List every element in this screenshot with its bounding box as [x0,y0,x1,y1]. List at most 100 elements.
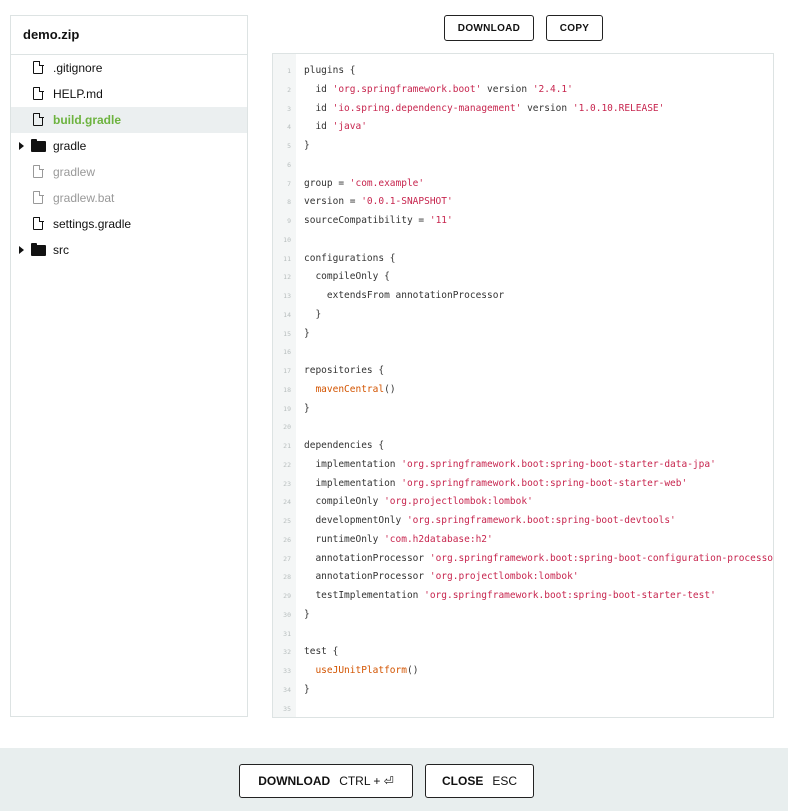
line-content: configurations { [304,250,396,269]
file-item-gradlew[interactable]: gradlew [11,159,247,185]
line-number: 23 [283,479,291,488]
line-content: developmentOnly 'org.springframework.boo… [304,512,675,531]
code-line: 35 [273,700,773,718]
line-number: 2 [287,85,291,94]
line-number: 28 [283,573,291,582]
tree-item-label: HELP.md [53,87,103,101]
tree-item-label: settings.gradle [53,217,132,231]
line-number: 18 [283,385,291,394]
line-number: 3 [287,104,291,113]
line-content: dependencies { [304,437,384,456]
copy-button[interactable]: COPY [546,15,603,41]
code-line: 6 [273,156,773,175]
code-token: group = [304,177,350,189]
code-line: 2 id 'org.springframework.boot' version … [273,81,773,100]
folder-icon [31,139,46,152]
string-token: 'org.projectlombok:lombok' [384,496,533,508]
line-number: 26 [283,535,291,544]
line-number: 29 [283,592,291,600]
string-token: 'io.spring.dependency-management' [332,102,522,114]
code-token: compileOnly { [304,271,390,283]
line-number: 14 [283,310,291,319]
line-number: 12 [283,273,291,282]
code-line: 23 implementation 'org.springframework.b… [273,475,773,494]
file-item-gitignore[interactable]: .gitignore [11,55,247,81]
line-number: 24 [283,498,291,507]
code-token: id [304,83,333,95]
function-token: mavenCentral [315,383,385,395]
line-content: runtimeOnly 'com.h2database:h2' [304,531,493,550]
folder-item-gradle[interactable]: gradle [11,133,247,159]
code-line: 13 extendsFrom annotationProcessor [273,287,773,306]
line-number: 27 [283,554,291,563]
string-token: 'com.example' [349,177,425,189]
code-line: 34} [273,681,773,700]
line-content: id 'org.springframework.boot' version '2… [304,81,572,100]
code-token: annotationProcessor [304,552,430,564]
footer-download-button[interactable]: DOWNLOAD CTRL + ⏎ [239,764,413,798]
close-button[interactable]: CLOSE ESC [425,764,534,798]
line-content: implementation 'org.springframework.boot… [304,475,687,494]
code-line: 15} [273,325,773,344]
code-line: 20 [273,418,773,437]
code-line: 24 compileOnly 'org.projectlombok:lombok… [273,493,773,512]
code-line: 10 [273,231,773,250]
line-content: test { [304,643,338,662]
code-token: } [304,327,310,339]
file-item-help-md[interactable]: HELP.md [11,81,247,107]
caret-right-icon[interactable] [19,142,24,150]
code-lines: 1 plugins {2 id 'org.springframework.boot… [273,62,773,718]
code-line: 30} [273,606,773,625]
line-number: 8 [287,198,291,207]
code-token: sourceCompatibility = [304,215,430,226]
line-number: 33 [283,667,291,675]
line-content: } [304,325,310,344]
code-line: 18 mavenCentral() [273,381,773,400]
line-content: } [304,137,310,156]
code-token: () [406,665,419,676]
string-token: 'org.springframework.boot:spring-boot-st… [424,590,716,601]
line-number: 22 [283,460,291,469]
code-line: 31 [273,625,773,644]
line-content: } [304,400,310,419]
code-token: version = [304,196,362,208]
archive-title: demo.zip [11,16,247,55]
line-number: 16 [283,348,291,357]
code-line: 21 dependencies { [273,437,773,456]
file-item-settings-gradle[interactable]: settings.gradle [11,211,247,237]
string-token: '11' [429,215,453,226]
line-content: extendsFrom annotationProcessor [304,287,504,306]
file-icon [33,86,44,100]
footer-bar: DOWNLOAD CTRL + ⏎ CLOSE ESC [0,748,788,811]
line-number: 11 [283,254,291,263]
line-number: 31 [283,629,291,638]
code-line: 25 developmentOnly 'org.springframework.… [273,512,773,531]
tree-item-label: gradlew [53,165,96,179]
tree-item-label: src [53,243,69,257]
file-item-build-gradle[interactable]: build.gradle [11,107,247,133]
file-tree: .gitignore HELP.md build.gradle gradle gradl… [11,55,247,263]
code-token: configurations { [304,252,396,264]
string-token: 'org.springframework.boot:spring-boot-st… [401,458,716,470]
tree-item-label: gradlew.bat [53,191,115,205]
folder-item-src[interactable]: src [11,237,247,263]
file-item-gradlew-bat[interactable]: gradlew.bat [11,185,247,211]
file-icon [33,60,44,74]
code-line: 1 plugins { [273,62,773,81]
string-token: 'com.h2database:h2' [384,533,493,545]
code-viewer[interactable]: 1 plugins {2 id 'org.springframework.boot… [272,53,774,718]
tree-item-label: build.gradle [53,113,122,127]
code-token: } [304,608,310,620]
line-content: group = 'com.example' [304,175,424,194]
line-number: 7 [287,179,291,188]
line-content: } [304,681,310,700]
code-line: 12 compileOnly { [273,268,773,287]
caret-right-icon[interactable] [19,246,24,254]
string-token: 'org.springframework.boot:spring-boot-st… [401,477,688,489]
line-number: 35 [283,704,291,713]
code-token: compileOnly [304,496,385,508]
line-number: 15 [283,329,291,338]
download-button[interactable]: DOWNLOAD [444,15,534,41]
line-content: compileOnly { [304,268,390,287]
code-line: 29 testImplementation 'org.springframewo… [273,587,773,606]
